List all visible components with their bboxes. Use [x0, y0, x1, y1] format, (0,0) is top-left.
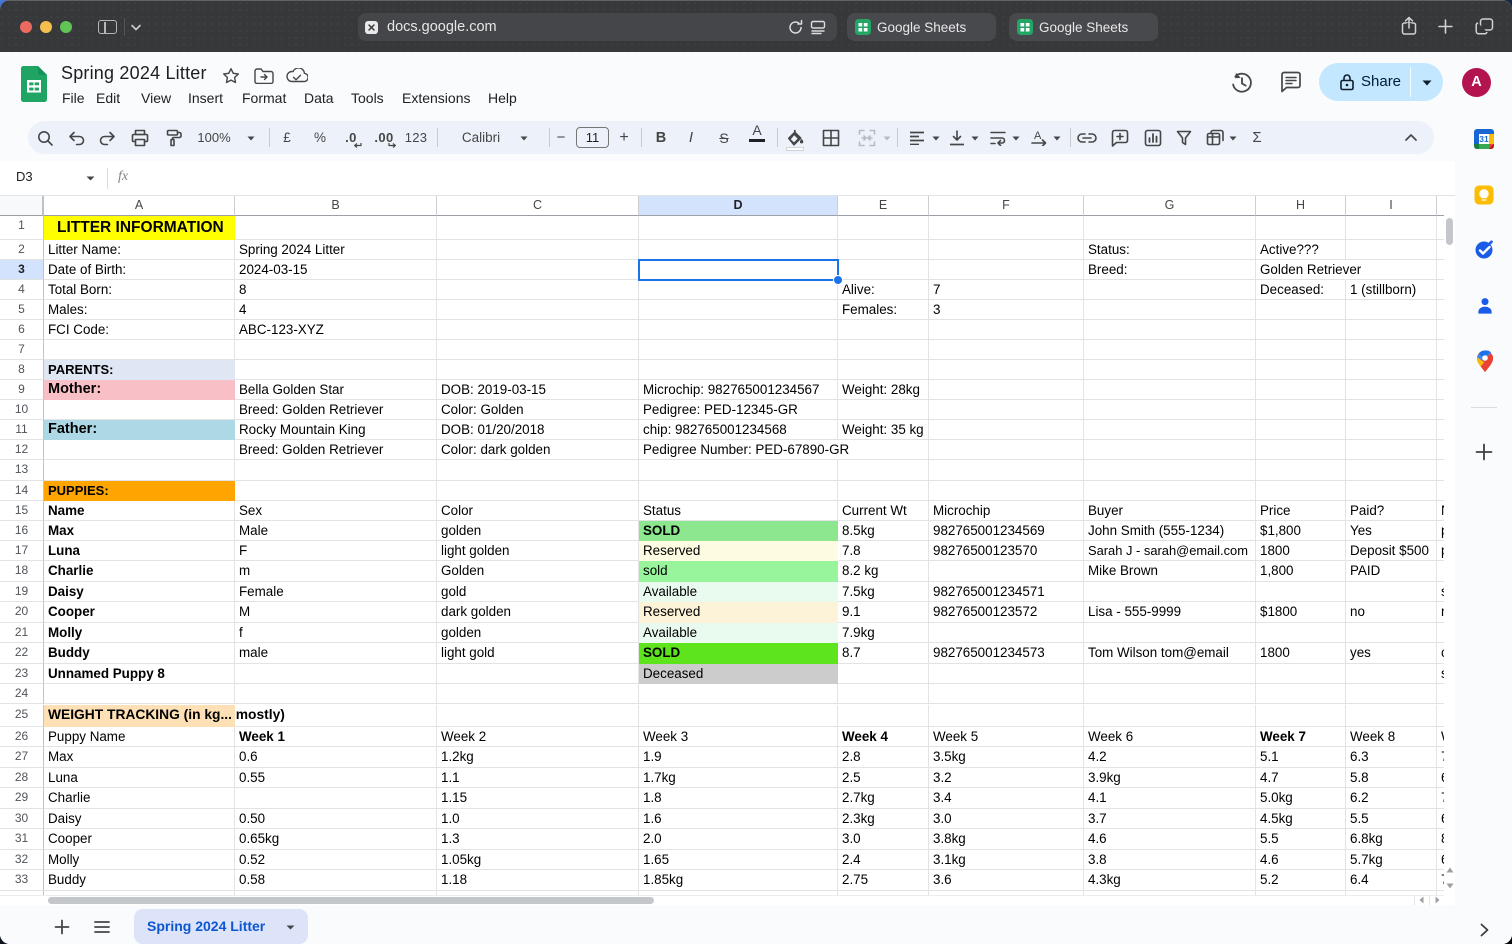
svg-text:31: 31: [1479, 134, 1489, 144]
svg-text:A: A: [1034, 130, 1042, 142]
